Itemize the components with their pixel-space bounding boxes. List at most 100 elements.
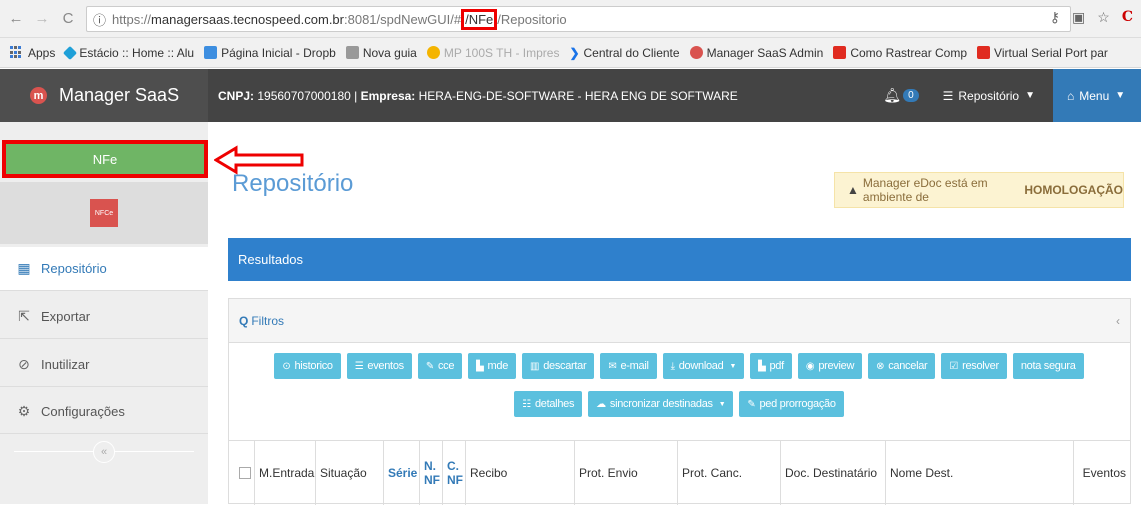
nfce-tab[interactable]: NFCe [90,199,118,227]
manager-logo-icon: m [30,87,47,104]
bookmark-item[interactable]: Página Inicial - Dropb [204,46,336,60]
bookmark-item[interactable]: Como Rastrear Comp [833,46,967,60]
bookmark-label: Como Rastrear Comp [850,45,968,60]
brand[interactable]: m Manager SaaS [0,69,208,122]
bookmark-label: Estácio :: Home :: Alu [79,45,195,60]
bookmark-label: MP 100S TH - Impres [443,45,560,60]
trash-icon: ▥ [530,360,540,372]
url-bar[interactable]: ⓘ https:// managersaas.tecnospeed.com.br… [86,6,1071,32]
youtube-icon [833,46,847,59]
cnpj-label: CNPJ: [218,88,255,103]
column-header[interactable]: M.Entrada [255,441,316,505]
sidebar-item-repositorio[interactable]: ▦ Repositório [0,247,208,291]
caret-down-icon: ▼ [1025,90,1035,101]
nota-segura-button[interactable]: nota segura [1012,353,1084,379]
collapse-sidebar-button[interactable]: « [93,441,115,463]
bookmark-label: Apps [28,45,56,60]
translate-icon[interactable]: ▣ [1072,9,1085,26]
pdf-button[interactable]: ▙ pdf [750,353,792,379]
warning-icon: ▲ [847,183,859,197]
forward-icon[interactable]: → [32,10,52,27]
column-header[interactable]: Doc. Destinatário [781,441,886,505]
repository-label: Repositório [958,88,1020,103]
resolver-button[interactable]: ☑ resolver [941,353,1007,379]
column-header[interactable]: Recibo [466,441,575,505]
bookmark-icon [63,45,78,60]
nfe-tab[interactable]: NFe [2,140,208,178]
bookmark-item[interactable]: Estácio :: Home :: Alu [63,45,195,60]
url-prefix: https:// [112,11,152,27]
key-icon[interactable]: ⚷ [1050,9,1060,26]
envelope-icon: ✉ [608,360,617,372]
sidebar-item-exportar[interactable]: ⇱ Exportar [0,295,208,339]
column-header[interactable]: C. NF [443,441,466,505]
button-label: nota segura [1020,360,1076,372]
bookmark-label: Nova guia [362,45,417,60]
button-label: e-mail [620,360,649,372]
list-icon: ☷ [522,398,531,410]
url-path: :8081/spdNewGUI/# [344,11,462,27]
clock-icon: ⊙ [282,360,291,372]
bookmark-item[interactable]: Virtual Serial Port par [977,46,1108,60]
caret-down-icon: ▼ [718,400,726,408]
email-button[interactable]: ✉ e-mail [600,353,657,379]
home-icon: ⌂ [1067,88,1075,103]
ped-prorrogacao-button[interactable]: ✎ ped prorrogação [739,391,844,417]
url-host: managersaas.tecnospeed.com.br [151,11,344,27]
button-label: sincronizar destinadas [609,398,713,410]
cloud-icon: ☁ [596,398,606,410]
mde-button[interactable]: ▙ mde [468,353,517,379]
back-icon[interactable]: ← [6,10,26,27]
sidebar-item-inutilizar[interactable]: ⊘ Inutilizar [0,343,208,387]
sidebar-item-configuracoes[interactable]: ⚙ Configurações [0,390,208,434]
external-link-icon: ⇱ [18,308,30,324]
cce-button[interactable]: ✎ cce [417,353,463,379]
column-header[interactable]: Eventos [1074,441,1130,505]
chevron-right-icon: ❯ [569,45,580,60]
youtube-icon [977,46,991,59]
button-label: pdf [769,360,784,372]
menu-dropdown[interactable]: ⌂ Menu ▼ [1053,69,1141,122]
bookmark-item[interactable]: MP 100S TH - Impres [426,45,560,60]
list-icon: ☰ [354,360,364,372]
button-label: cce [437,360,455,372]
detalhes-button[interactable]: ☷ detalhes [514,391,583,417]
info-icon[interactable]: ⓘ [93,10,106,29]
button-label: ped prorrogação [759,398,836,410]
brand-name: Manager SaaS [59,85,180,105]
star-icon[interactable]: ☆ [1097,9,1110,26]
action-toolbar: ⊙ historico ☰ eventos ✎ cce ▙ mde ▥ descartar… [259,353,1099,417]
sidebar-collapse: « [0,434,208,470]
bookmark-item[interactable]: Manager SaaS Admin [689,46,823,60]
extension-icon[interactable]: C [1122,9,1133,26]
eye-icon: ◉ [805,360,815,372]
column-header[interactable]: Nome Dest. [886,441,1074,505]
repository-dropdown[interactable]: ☰ Repositório ▼ [937,69,1053,122]
historico-button[interactable]: ⊙ historico [274,353,341,379]
column-header[interactable]: Prot. Canc. [678,441,781,505]
results-header: Resultados [228,238,1131,281]
preview-button[interactable]: ◉ preview [797,353,863,379]
sincronizar-button[interactable]: ☁ sincronizar destinadas ▼ [588,391,734,417]
manager-icon [689,46,703,59]
bookmark-item[interactable]: Nova guia [345,45,417,60]
sidebar-item-label: Configurações [41,404,125,419]
column-header[interactable]: N. NF [420,441,443,505]
bookmark-label: Página Inicial - Dropb [221,45,336,60]
reload-icon[interactable]: C [58,10,78,27]
bookmark-apps[interactable]: Apps [10,46,55,60]
eventos-button[interactable]: ☰ eventos [346,353,412,379]
column-header[interactable]: Série [384,441,420,505]
filters-toggle[interactable]: Q Filtros ‹ [229,299,1130,343]
cancelar-button[interactable]: ⊗ cancelar [868,353,936,379]
notifications-button[interactable]: 🔔︎ 0 [883,87,919,104]
alert-text: Manager eDoc está em ambiente de [862,176,988,204]
button-label: historico [294,360,333,372]
column-header[interactable]: Prot. Envio [575,441,678,505]
descartar-button[interactable]: ▥ descartar [522,353,595,379]
column-header[interactable]: Situação [316,441,384,505]
download-button[interactable]: ⤓ download ▼ [662,353,745,379]
bookmark-item[interactable]: ❯ Central do Cliente [569,46,679,60]
select-all-checkbox[interactable] [239,467,251,479]
bell-icon: 🔔︎ [883,87,902,103]
